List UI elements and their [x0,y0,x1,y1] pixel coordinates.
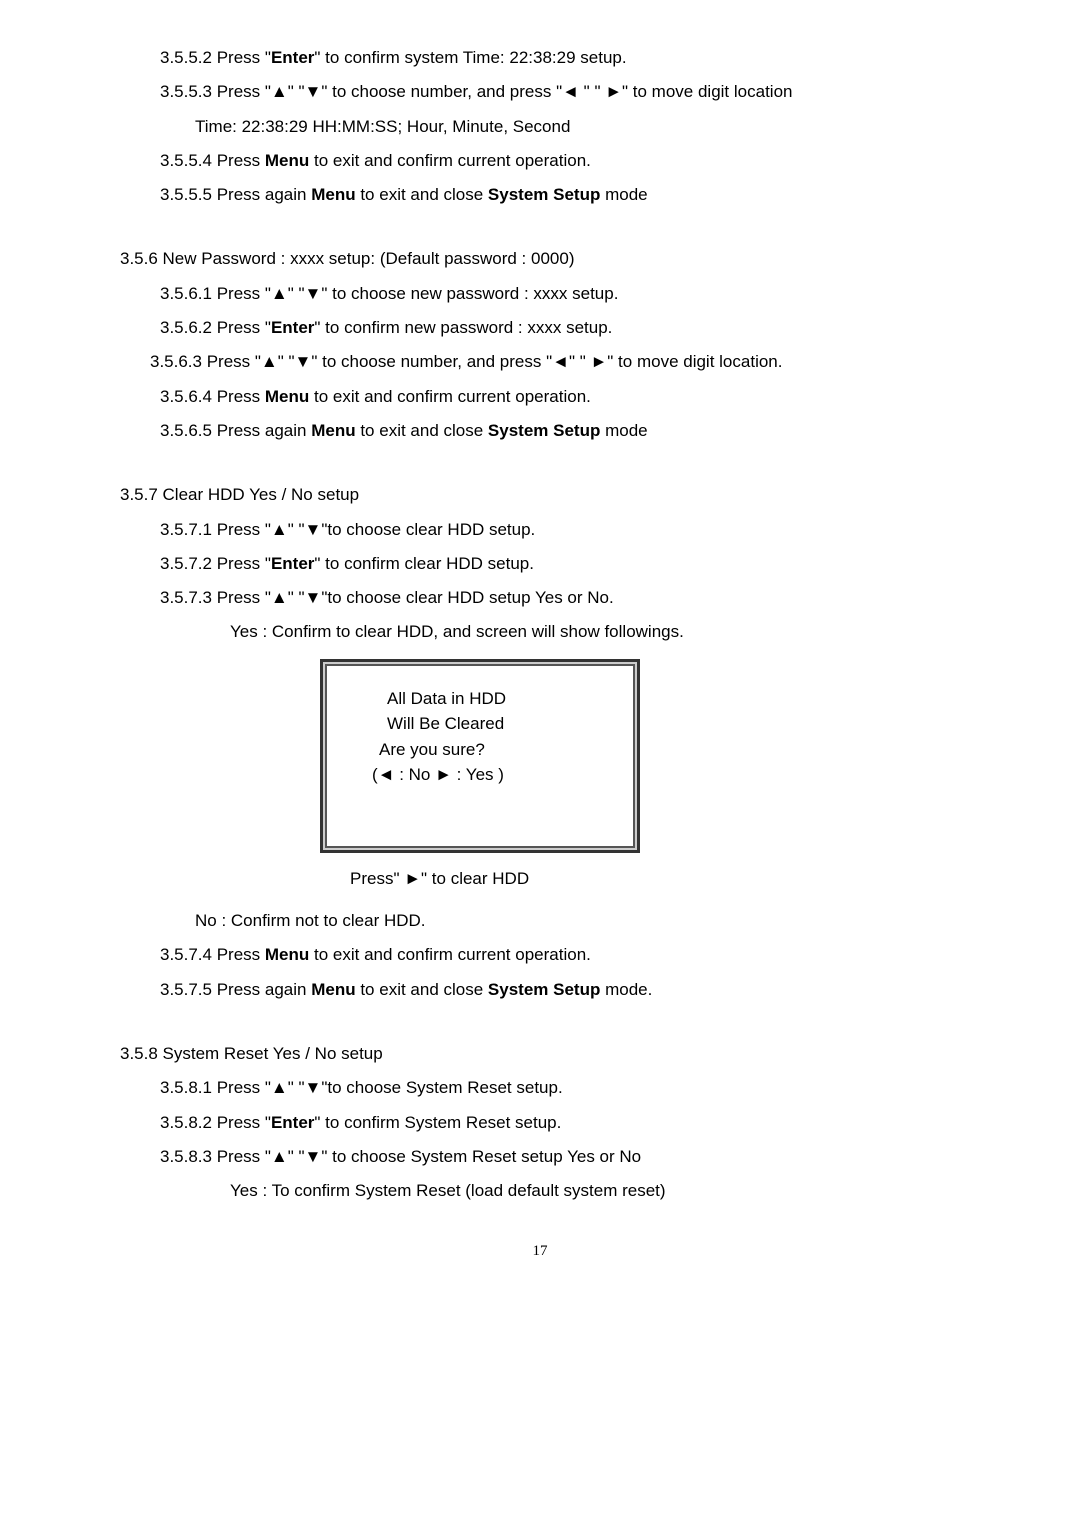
step-3581: 3.5.8.1 Press "▲" "▼"to choose System Re… [60,1072,1020,1104]
enter-key: Enter [271,1113,314,1132]
text: to exit and confirm current operation. [309,387,591,406]
step-3573-yes: Yes : Confirm to clear HDD, and screen w… [60,616,1020,648]
step-3572: 3.5.7.2 Press "Enter" to confirm clear H… [60,548,1020,580]
step-3565: 3.5.6.5 Press again Menu to exit and clo… [60,415,1020,447]
step-3575: 3.5.7.5 Press again Menu to exit and clo… [60,974,1020,1006]
menu-key: Menu [265,387,309,406]
system-setup: System Setup [488,185,600,204]
confirm-dialog: All Data in HDD Will Be Cleared Are you … [320,659,1020,853]
enter-key: Enter [271,48,314,67]
step-3554: 3.5.5.4 Press Menu to exit and confirm c… [60,145,1020,177]
text: mode [600,185,647,204]
text: mode [600,421,647,440]
menu-key: Menu [265,151,309,170]
step-3553-time: Time: 22:38:29 HH:MM:SS; Hour, Minute, S… [60,111,1020,143]
text: mode. [600,980,652,999]
step-3563: 3.5.6.3 Press "▲" "▼" to choose number, … [60,346,1020,378]
text: 3.5.5.2 Press " [160,48,271,67]
text: to exit and confirm current operation. [309,151,591,170]
press-clear-hdd: Press" ►" to clear HDD [60,863,1020,895]
step-3573: 3.5.7.3 Press "▲" "▼"to choose clear HDD… [60,582,1020,614]
text: 3.5.6.4 Press [160,387,265,406]
step-3583-yes: Yes : To confirm System Reset (load defa… [60,1175,1020,1207]
step-3583: 3.5.8.3 Press "▲" "▼" to choose System R… [60,1141,1020,1173]
menu-key: Menu [311,421,355,440]
text: 3.5.8.2 Press " [160,1113,271,1132]
step-3582: 3.5.8.2 Press "Enter" to confirm System … [60,1107,1020,1139]
text: 3.5.7.4 Press [160,945,265,964]
step-357: 3.5.7 Clear HDD Yes / No setup [60,479,1020,511]
dialog-line3: Are you sure? [347,737,613,763]
step-3574: 3.5.7.4 Press Menu to exit and confirm c… [60,939,1020,971]
step-3552: 3.5.5.2 Press "Enter" to confirm system … [60,42,1020,74]
menu-key: Menu [311,980,355,999]
menu-key: Menu [311,185,355,204]
text: " to confirm new password : xxxx setup. [314,318,612,337]
text: 3.5.5.5 Press again [160,185,311,204]
enter-key: Enter [271,554,314,573]
dialog-line1: All Data in HDD [347,686,613,712]
page-number: 17 [60,1237,1020,1266]
text: 3.5.6.5 Press again [160,421,311,440]
menu-key: Menu [265,945,309,964]
no-confirm: No : Confirm not to clear HDD. [60,905,1020,937]
step-358: 3.5.8 System Reset Yes / No setup [60,1038,1020,1070]
text: 3.5.7.2 Press " [160,554,271,573]
enter-key: Enter [271,318,314,337]
text: 3.5.6.2 Press " [160,318,271,337]
text: " to confirm clear HDD setup. [314,554,534,573]
text: to exit and close [356,421,488,440]
text: 3.5.5.4 Press [160,151,265,170]
step-3571: 3.5.7.1 Press "▲" "▼"to choose clear HDD… [60,514,1020,546]
step-356: 3.5.6 New Password : xxxx setup: (Defaul… [60,243,1020,275]
text: 3.5.7.5 Press again [160,980,311,999]
system-setup: System Setup [488,980,600,999]
step-3561: 3.5.6.1 Press "▲" "▼" to choose new pass… [60,278,1020,310]
step-3555: 3.5.5.5 Press again Menu to exit and clo… [60,179,1020,211]
text: to exit and close [356,980,488,999]
text: to exit and confirm current operation. [309,945,591,964]
step-3562: 3.5.6.2 Press "Enter" to confirm new pas… [60,312,1020,344]
text: to exit and close [356,185,488,204]
dialog-line4: (◄ : No ► : Yes ) [347,762,613,788]
text: " to confirm System Reset setup. [314,1113,561,1132]
step-3553: 3.5.5.3 Press "▲" "▼" to choose number, … [60,76,1020,108]
dialog-line2: Will Be Cleared [347,711,613,737]
text: " to confirm system Time: 22:38:29 setup… [314,48,626,67]
system-setup: System Setup [488,421,600,440]
step-3564: 3.5.6.4 Press Menu to exit and confirm c… [60,381,1020,413]
